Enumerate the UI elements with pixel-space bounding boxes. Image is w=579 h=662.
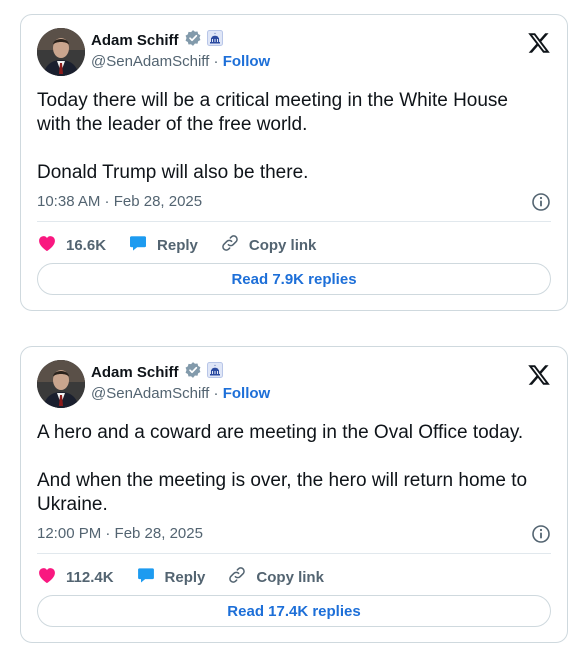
author-name[interactable]: Adam Schiff bbox=[91, 32, 179, 49]
separator-dot: · bbox=[213, 385, 223, 402]
follow-button[interactable]: Follow bbox=[223, 385, 271, 402]
tweet-text: Today there will be a critical meeting i… bbox=[37, 90, 509, 183]
tweet-card[interactable]: Adam Schiff @SenAdamSchiff · Follow Toda… bbox=[20, 14, 568, 311]
read-replies-button[interactable]: Read 7.9K replies bbox=[37, 263, 551, 295]
x-logo-icon[interactable] bbox=[527, 31, 551, 55]
like-button[interactable]: 112.4K bbox=[37, 565, 114, 589]
copy-link-button[interactable]: Copy link bbox=[220, 233, 317, 257]
copy-link-label: Copy link bbox=[256, 568, 324, 586]
author-handle[interactable]: @SenAdamSchiff bbox=[91, 53, 209, 70]
follow-button[interactable]: Follow bbox=[223, 53, 271, 70]
verified-badge-icon bbox=[184, 29, 202, 52]
tweet-text: A hero and a coward are meeting in the O… bbox=[37, 422, 528, 515]
reply-button[interactable]: Reply bbox=[136, 565, 206, 589]
verified-badge-icon bbox=[184, 361, 202, 384]
info-icon[interactable] bbox=[531, 192, 551, 212]
info-icon[interactable] bbox=[531, 524, 551, 544]
link-chain-icon bbox=[227, 565, 247, 589]
tweet-card[interactable]: Adam Schiff @SenAdamSchiff · Follow A he… bbox=[20, 346, 568, 643]
like-count: 16.6K bbox=[66, 236, 107, 254]
read-replies-label: Read 7.9K replies bbox=[231, 270, 357, 288]
read-replies-button[interactable]: Read 17.4K replies bbox=[37, 595, 551, 627]
x-logo-icon[interactable] bbox=[527, 363, 551, 387]
speech-bubble-icon bbox=[128, 233, 148, 257]
reply-label: Reply bbox=[164, 568, 206, 586]
reply-button[interactable]: Reply bbox=[128, 233, 198, 257]
like-button[interactable]: 16.6K bbox=[37, 233, 106, 257]
heart-icon bbox=[37, 233, 57, 257]
reply-label: Reply bbox=[157, 236, 198, 254]
read-replies-label: Read 17.4K replies bbox=[227, 602, 361, 620]
like-count: 112.4K bbox=[66, 568, 114, 586]
avatar[interactable] bbox=[37, 28, 85, 76]
copy-link-button[interactable]: Copy link bbox=[227, 565, 324, 589]
speech-bubble-icon bbox=[136, 565, 156, 589]
separator-dot: · bbox=[213, 53, 223, 70]
avatar[interactable] bbox=[37, 360, 85, 408]
divider bbox=[37, 221, 551, 222]
tweet-timestamp[interactable]: 12:00 PM · Feb 28, 2025 bbox=[37, 525, 203, 542]
us-senate-capitol-icon bbox=[206, 361, 223, 383]
us-senate-capitol-icon bbox=[206, 29, 223, 51]
link-chain-icon bbox=[220, 233, 240, 257]
author-name[interactable]: Adam Schiff bbox=[91, 364, 179, 381]
tweet-timestamp[interactable]: 10:38 AM · Feb 28, 2025 bbox=[37, 193, 202, 210]
copy-link-label: Copy link bbox=[248, 236, 317, 254]
divider bbox=[37, 553, 551, 554]
author-handle[interactable]: @SenAdamSchiff bbox=[91, 385, 209, 402]
heart-icon bbox=[37, 565, 57, 589]
